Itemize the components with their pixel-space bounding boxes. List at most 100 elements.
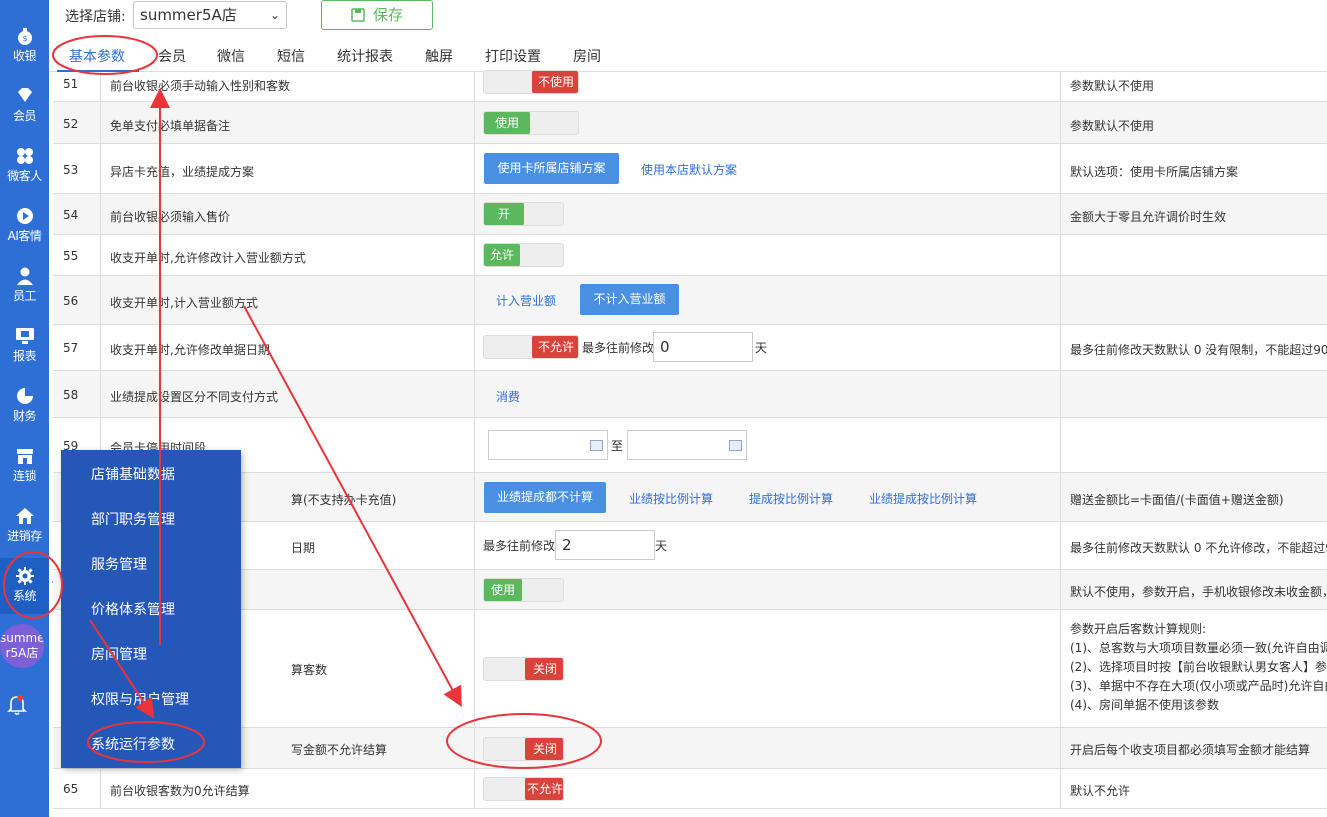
row-note: 默认不使用，参数开启，手机收银修改未收金额， [1070,585,1327,599]
row-name: 写金额不允许结算 [291,743,388,757]
table-row: 57 收支开单时,允许修改单据日期 不允许 最多往前修改 0 天 最多往前修改天… [53,325,1327,371]
tab-print-settings[interactable]: 打印设置 [485,46,541,66]
sidebar-label: 进销存 [7,529,42,543]
row-number: 58 [63,388,79,402]
tab-sms[interactable]: 短信 [277,46,305,66]
note-line: (2)、选择项目时按【前台收银默认男女客人】参数 [1070,660,1327,674]
tab-stats-report[interactable]: 统计报表 [337,46,393,66]
save-icon [351,8,365,22]
menu-item-store-basic-data[interactable]: 店铺基础数据 [91,464,175,484]
row-name: 免单支付必填单据备注 [110,119,231,133]
option-link[interactable]: 业绩按比例计算 [629,490,713,507]
tab-wechat[interactable]: 微信 [217,46,245,66]
sidebar-label: 微客人 [7,169,42,183]
menu-item-system-run-params[interactable]: 系统运行参数 [91,734,175,754]
store-icon [16,449,33,464]
calendar-icon[interactable] [590,440,603,451]
sidebar-label: 报表 [12,349,37,363]
days-input[interactable]: 2 [555,530,655,560]
row-note: 默认选项：使用卡所属店铺方案 [1070,165,1239,179]
toggle-state: 不允许 [532,336,578,358]
sidebar-item-chain[interactable]: 连锁 [0,438,49,494]
system-submenu: 店铺基础数据 部门职务管理 服务管理 价格体系管理 房间管理 权限与用户管理 系… [61,450,241,768]
row-number: 53 [63,163,79,177]
menu-item-department-positions[interactable]: 部门职务管理 [91,509,175,529]
row-note: 开启后每个收支项目都必须填写金额才能结算 [1070,743,1311,757]
toggle-state: 不允许 [525,778,563,800]
table-row: 52 免单支付必填单据备注 使用 参数默认不使用 [53,102,1327,144]
tab-touchscreen[interactable]: 触屏 [425,46,453,66]
sidebar-item-ai[interactable]: AI客情 [0,198,49,254]
row-note: 赠送金额比=卡面值/(卡面值+赠送金额) [1070,493,1284,507]
avatar-line-1: summe [0,631,44,645]
option-link[interactable]: 业绩提成按比例计算 [869,490,977,507]
table-row: 56 收支开单时,计入营业额方式 计入营业额 不计入营业额 [53,276,1327,325]
tab-rooms[interactable]: 房间 [573,46,601,66]
house-icon [15,508,34,524]
menu-item-room-management[interactable]: 房间管理 [91,644,147,664]
tab-member[interactable]: 会员 [158,46,186,66]
clover-icon [16,148,33,164]
sidebar-item-member[interactable]: 会员 [0,78,49,134]
toggle-switch[interactable]: 不使用 [483,70,579,94]
option-button-selected[interactable]: 业绩提成都不计算 [484,482,606,513]
row-name: 前台收银必须输入售价 [110,210,231,224]
sidebar-item-cashier[interactable]: $ 收银 [0,18,49,74]
option-link[interactable]: 使用本店默认方案 [641,161,737,178]
start-date-input[interactable] [488,430,608,460]
toggle-state: 关闭 [525,738,563,760]
sidebar-label: 财务 [12,409,37,423]
toggle-state: 使用 [484,112,530,134]
calendar-icon[interactable] [729,440,742,451]
end-date-input[interactable] [627,430,747,460]
option-link[interactable]: 计入营业额 [496,292,556,309]
toggle-switch[interactable]: 开 [483,202,564,226]
option-button-selected[interactable]: 使用卡所属店铺方案 [484,153,619,184]
sidebar-label: 系统 [12,589,37,603]
note-line: (4)、房间单据不使用该参数 [1070,698,1219,712]
menu-item-permissions-users[interactable]: 权限与用户管理 [91,689,189,709]
sidebar-item-weikeren[interactable]: 微客人 [0,138,49,194]
pie-chart-icon [16,388,33,404]
row-note: 参数默认不使用 [1070,79,1155,93]
toggle-switch[interactable]: 关闭 [483,737,564,761]
sidebar-item-system[interactable]: 系统 [0,558,49,614]
option-button-selected[interactable]: 不计入营业额 [580,284,679,315]
tab-bar: 基本参数 会员 微信 短信 统计报表 触屏 打印设置 房间 [49,42,1327,72]
sidebar-label: 收银 [12,49,37,63]
toggle-switch[interactable]: 使用 [483,578,564,602]
toggle-switch[interactable]: 不允许 [483,777,564,801]
tab-basic-params[interactable]: 基本参数 [69,46,125,66]
sidebar-item-report[interactable]: 报表 [0,318,49,374]
save-button[interactable]: 保存 [321,0,433,30]
row-number: 51 [63,77,79,91]
toggle-switch[interactable]: 关闭 [483,657,564,681]
toggle-switch[interactable]: 不允许 [483,335,579,359]
toggle-switch[interactable]: 使用 [483,111,579,135]
row-name: 算客数 [291,663,328,677]
sidebar-item-inventory[interactable]: 进销存 [0,498,49,554]
option-link[interactable]: 提成按比例计算 [749,490,833,507]
table-row: 60 算(不支持办卡充值) 业绩提成都不计算 业绩按比例计算 提成按比例计算 业… [53,473,1327,522]
toggle-state: 开 [484,203,524,225]
row-note: 默认不允许 [1070,784,1131,798]
sidebar-item-staff[interactable]: 员工 [0,258,49,314]
store-avatar[interactable]: summe r5A店 [0,624,44,668]
table-row: 63 算客数 关闭 参数开启后客数计算规则: (1)、总客数与大项项目数量必须一… [53,610,1327,728]
table-row: 54 前台收银必须输入售价 开 金额大于零且允许调价时生效 [53,194,1327,235]
menu-item-service-management[interactable]: 服务管理 [91,554,147,574]
menu-item-price-system[interactable]: 价格体系管理 [91,599,175,619]
table-row: 64 写金额不允许结算 关闭 开启后每个收支项目都必须填写金额才能结算 [53,728,1327,769]
field-prefix: 最多往前修改 [483,539,556,553]
table-row: 59 会员卡停用时间段 至 [53,418,1327,473]
days-input[interactable]: 0 [653,332,753,362]
row-name: 算(不支持办卡充值) [291,493,397,507]
table-row: 62 使用 默认不使用，参数开启，手机收银修改未收金额， [53,570,1327,610]
toggle-switch[interactable]: 允许 [483,243,564,267]
row-number: 65 [63,782,79,796]
sidebar-item-finance[interactable]: 财务 [0,378,49,434]
option-link[interactable]: 消费 [496,388,520,405]
toggle-state: 不使用 [532,71,578,93]
note-line: (3)、单据中不存在大项(仅小项或产品时)允许自由 [1070,679,1327,693]
store-select[interactable]: summer5A店 ⌄ [133,1,287,29]
